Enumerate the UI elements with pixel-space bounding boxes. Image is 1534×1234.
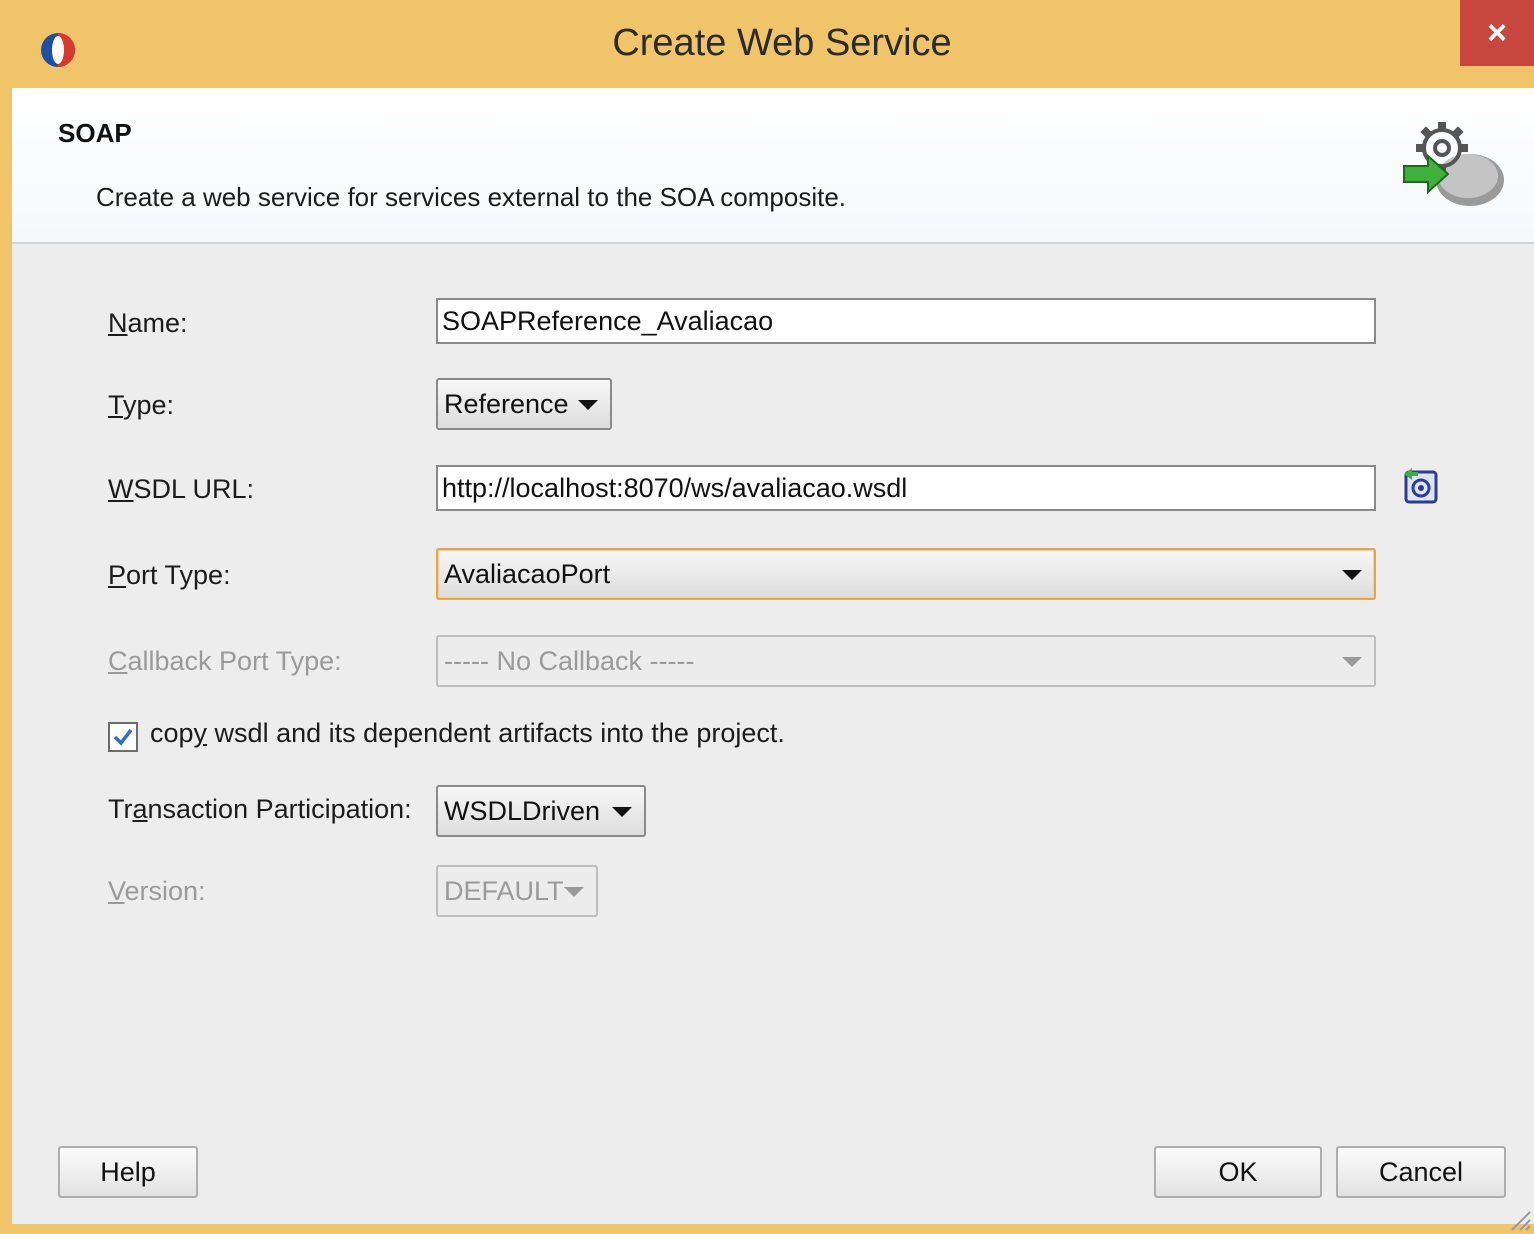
- check-mark-icon: [113, 728, 133, 746]
- type-select[interactable]: Reference: [436, 378, 612, 430]
- chevron-down-icon: [578, 400, 598, 410]
- cancel-button[interactable]: Cancel: [1336, 1146, 1506, 1198]
- callback-port-type-label: Callback Port Type:: [108, 646, 342, 676]
- service-explorer-icon[interactable]: [1402, 466, 1442, 506]
- help-button[interactable]: Help: [58, 1146, 198, 1198]
- gear-service-icon: [1403, 122, 1504, 206]
- close-icon: ×: [1487, 13, 1507, 52]
- callback-port-type-select: ----- No Callback -----: [436, 635, 1376, 687]
- close-button[interactable]: ×: [1460, 0, 1534, 66]
- ok-button[interactable]: OK: [1154, 1146, 1322, 1198]
- name-label: Name:: [108, 308, 188, 338]
- dialog-client-area: SOAP Create a web service for services e…: [12, 88, 1534, 1224]
- version-label: Version:: [108, 876, 206, 906]
- chevron-down-icon: [612, 807, 632, 817]
- chevron-down-icon: [1342, 570, 1362, 580]
- wsdl-url-input[interactable]: http://localhost:8070/ws/avaliacao.wsdl: [436, 465, 1376, 511]
- title-bar[interactable]: Create Web Service ×: [0, 0, 1534, 88]
- header-title: SOAP: [58, 118, 132, 148]
- version-select: DEFAULT: [436, 865, 598, 917]
- copy-wsdl-label[interactable]: copy wsdl and its dependent artifacts in…: [150, 718, 785, 749]
- chevron-down-icon: [564, 887, 584, 897]
- transaction-participation-select[interactable]: WSDLDriven: [436, 785, 646, 837]
- name-input[interactable]: SOAPReference_Avaliacao: [436, 298, 1376, 344]
- header-description: Create a web service for services extern…: [96, 182, 847, 212]
- create-web-service-dialog: Create Web Service × SOAP Create a web s…: [0, 0, 1534, 1234]
- copy-wsdl-checkbox[interactable]: [108, 722, 138, 752]
- transaction-participation-label: Transaction Participation:: [108, 794, 412, 824]
- chevron-down-icon: [1342, 657, 1362, 667]
- port-type-label: Port Type:: [108, 560, 231, 590]
- window-title: Create Web Service: [612, 22, 952, 64]
- dialog-header: SOAP Create a web service for services e…: [12, 88, 1534, 244]
- type-label: Type:: [108, 390, 175, 420]
- port-type-select[interactable]: AvaliacaoPort: [436, 548, 1376, 600]
- resize-grip-icon[interactable]: [1504, 1206, 1532, 1232]
- wsdl-url-label: WSDL URL:: [108, 474, 255, 504]
